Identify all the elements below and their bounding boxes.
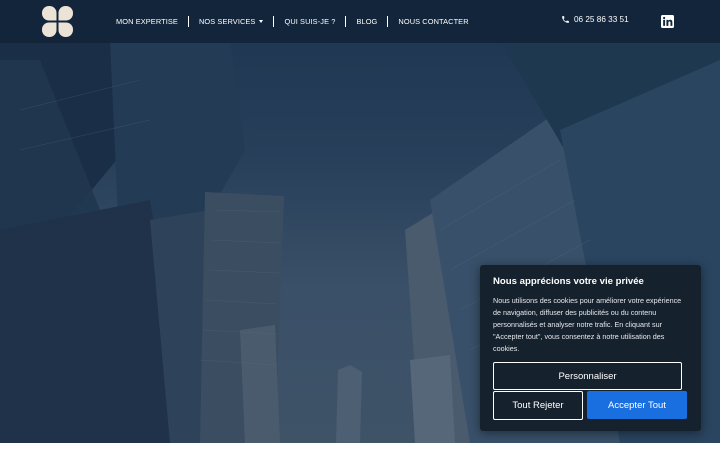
nav-item-label: QUI SUIS-JE ? [284,17,336,26]
phone-icon [562,16,569,23]
cookie-title: Nous apprécions votre vie privée [493,276,644,287]
linkedin-icon[interactable] [661,15,674,28]
chevron-down-icon [259,20,264,23]
brand-logo-icon[interactable] [41,5,74,38]
phone-number: 06 25 86 33 51 [574,15,629,24]
phone-link[interactable]: 06 25 86 33 51 [561,15,629,24]
nav-item-mon-expertise[interactable]: MON EXPERTISE [106,16,188,28]
cookie-consent-dialog: Nous apprécions votre vie privée Nous ut… [480,265,701,431]
main-nav: MON EXPERTISE NOS SERVICES QUI SUIS-JE ?… [106,0,479,43]
nav-item-qui-suis-je[interactable]: QUI SUIS-JE ? [274,16,345,28]
nav-item-label: NOS SERVICES [198,17,256,26]
nav-item-nos-services[interactable]: NOS SERVICES [189,16,274,28]
customize-button[interactable]: Personnaliser [493,362,682,390]
page-bottom-strip [0,443,720,450]
accept-all-button[interactable]: Accepter Tout [587,391,687,419]
cookie-description: Nous utilisons des cookies pour améliore… [493,296,682,353]
nav-item-label: MON EXPERTISE [116,17,178,26]
reject-all-button[interactable]: Tout Rejeter [493,391,583,420]
site-header: MON EXPERTISE NOS SERVICES QUI SUIS-JE ?… [0,0,720,43]
nav-item-nous-contacter[interactable]: NOUS CONTACTER [388,16,478,28]
nav-item-blog[interactable]: BLOG [346,16,387,28]
nav-item-label: NOUS CONTACTER [398,17,469,26]
nav-item-label: BLOG [356,17,378,26]
